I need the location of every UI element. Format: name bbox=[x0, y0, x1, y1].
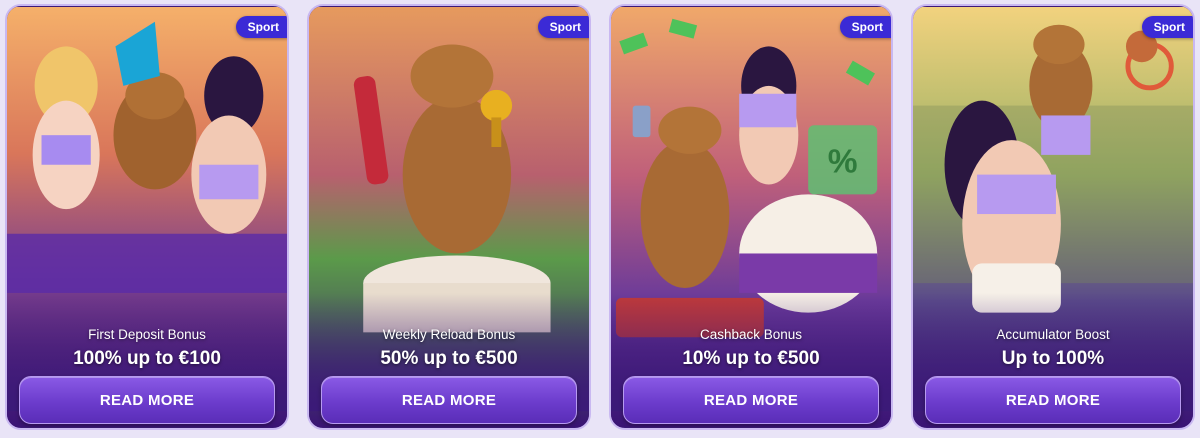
promo-card-first-deposit[interactable]: Sport First Deposit Bonus 100% up to €10… bbox=[5, 4, 289, 430]
sport-badge: Sport bbox=[537, 16, 589, 38]
bonus-info: Cashback Bonus 10% up to €500 bbox=[611, 326, 891, 372]
read-more-button[interactable]: READ MORE bbox=[321, 376, 577, 424]
bonus-title: First Deposit Bonus bbox=[88, 327, 206, 342]
trophy-icon bbox=[480, 89, 513, 122]
bonus-info: First Deposit Bonus 100% up to €100 bbox=[7, 326, 287, 372]
sport-badge: Sport bbox=[839, 16, 891, 38]
sport-badge: Sport bbox=[1141, 16, 1193, 38]
phone-icon bbox=[632, 105, 651, 138]
bonus-amount: 10% up to €500 bbox=[682, 348, 820, 369]
svg-text:%: % bbox=[828, 144, 858, 181]
bonus-amount: Up to 100% bbox=[1001, 348, 1105, 369]
capybara-mascot-icon bbox=[640, 140, 730, 288]
promo-card-weekly-reload[interactable]: Sport Weekly Reload Bonus 50% up to €500… bbox=[307, 4, 591, 430]
promo-card-cashback[interactable]: % Sport Cashback Bonus 10% up to €500 RE… bbox=[609, 4, 893, 430]
bonus-title: Cashback Bonus bbox=[699, 327, 803, 342]
bonus-amount: 50% up to €500 bbox=[380, 348, 518, 369]
promo-cards-row: Sport First Deposit Bonus 100% up to €10… bbox=[0, 0, 1200, 438]
bonus-title: Weekly Reload Bonus bbox=[382, 327, 516, 342]
bonus-info: Weekly Reload Bonus 50% up to €500 bbox=[309, 326, 589, 372]
sport-badge: Sport bbox=[235, 16, 287, 38]
read-more-button[interactable]: READ MORE bbox=[623, 376, 879, 424]
bonus-title: Accumulator Boost bbox=[996, 327, 1110, 342]
bonus-amount: 100% up to €100 bbox=[73, 348, 221, 369]
read-more-button[interactable]: READ MORE bbox=[19, 376, 275, 424]
promo-card-accumulator[interactable]: Sport Accumulator Boost Up to 100% READ … bbox=[911, 4, 1195, 430]
bonus-info: Accumulator Boost Up to 100% bbox=[913, 326, 1193, 372]
read-more-button[interactable]: READ MORE bbox=[925, 376, 1181, 424]
